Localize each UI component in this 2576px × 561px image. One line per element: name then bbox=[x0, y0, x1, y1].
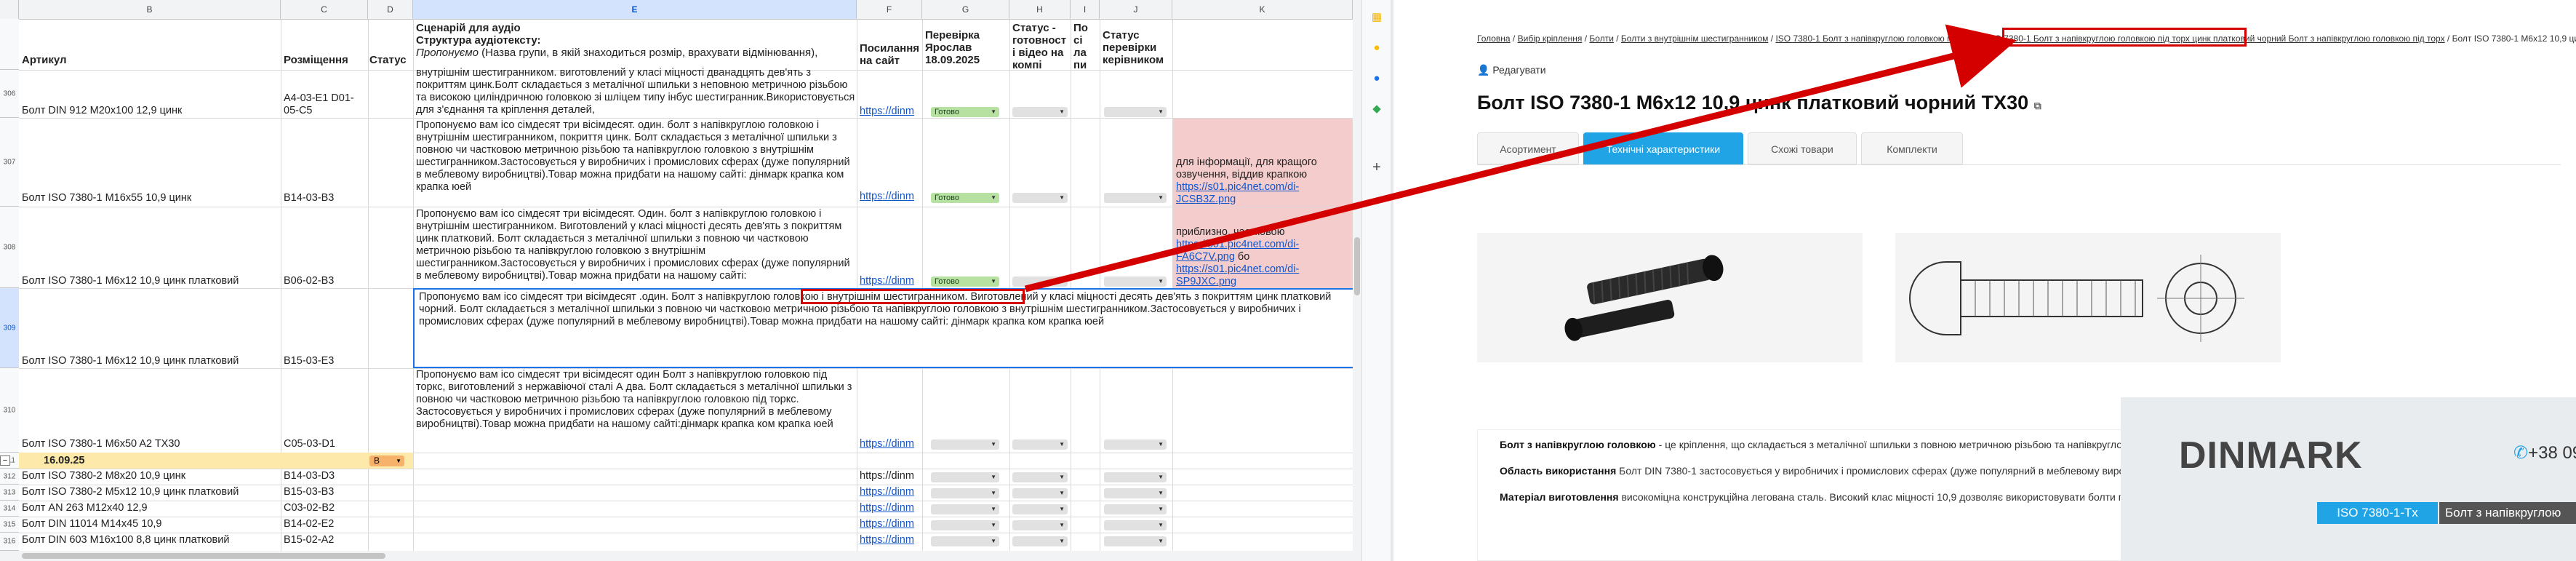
annotation-arrow-icon bbox=[1024, 24, 2017, 293]
